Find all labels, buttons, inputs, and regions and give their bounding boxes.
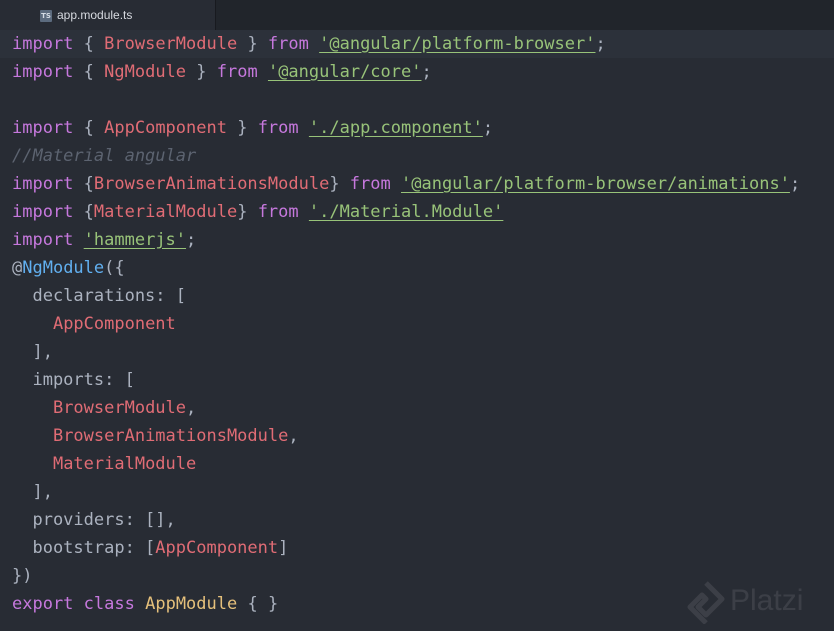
- platzi-watermark: Platzi: [684, 578, 834, 628]
- keyword-token: import: [12, 230, 74, 250]
- punctuation-token: }: [226, 118, 258, 138]
- property-token: declarations: [: [12, 286, 186, 306]
- punctuation-token: }: [237, 202, 258, 222]
- punctuation-token: }: [237, 34, 268, 54]
- string-token: './app.component': [308, 118, 483, 138]
- code-line-3[interactable]: [0, 86, 834, 114]
- identifier-token: NgModule: [104, 62, 187, 82]
- punctuation-token: ;: [186, 230, 197, 250]
- punctuation-token: ],: [12, 482, 53, 502]
- string-token: '@angular/platform-browser': [319, 34, 596, 54]
- indent-token: [12, 454, 53, 474]
- punctuation-token: ;: [421, 62, 432, 82]
- keyword-token: from: [257, 118, 299, 138]
- punctuation-token: {: [73, 62, 105, 82]
- punctuation-token: ]: [278, 538, 289, 558]
- punctuation-token: {: [73, 34, 105, 54]
- punctuation-token: {: [73, 174, 94, 194]
- keyword-token: class: [83, 594, 135, 614]
- tab-filename[interactable]: app.module.ts: [57, 8, 132, 22]
- code-line-19[interactable]: bootstrap: [AppComponent]: [0, 534, 834, 562]
- punctuation-token: {: [73, 118, 105, 138]
- code-line-15[interactable]: BrowserAnimationsModule,: [0, 422, 834, 450]
- punctuation-token: ({: [104, 258, 125, 278]
- identifier-token: AppComponent: [52, 314, 176, 334]
- string-token: './Material.Module': [308, 202, 504, 222]
- keyword-token: import: [12, 62, 74, 82]
- code-editor[interactable]: import { BrowserModule } from '@angular/…: [0, 30, 834, 631]
- identifier-token: AppComponent: [104, 118, 227, 138]
- keyword-token: import: [12, 202, 74, 222]
- punctuation-token: { }: [237, 594, 279, 614]
- decorator-token: NgModule: [22, 258, 105, 278]
- keyword-token: from: [216, 62, 258, 82]
- punctuation-token: ],: [12, 342, 53, 362]
- punctuation-token: }): [12, 566, 33, 586]
- class-name-token: AppModule: [145, 594, 238, 614]
- platzi-logo-icon: [687, 581, 725, 624]
- code-line-9[interactable]: @NgModule({: [0, 254, 834, 282]
- code-line-5[interactable]: //Material angular: [0, 142, 834, 170]
- keyword-token: from: [267, 34, 309, 54]
- watermark-text: Platzi: [730, 584, 804, 617]
- punctuation-token: {: [73, 202, 94, 222]
- keyword-token: import: [12, 118, 74, 138]
- punctuation-token: ,: [186, 398, 197, 418]
- string-token: 'hammerjs': [83, 230, 187, 250]
- property-token: providers: [],: [12, 510, 176, 530]
- string-token: '@angular/core': [267, 62, 422, 82]
- property-token: bootstrap: [: [12, 538, 156, 558]
- code-line-2[interactable]: import { NgModule } from '@angular/core'…: [0, 58, 834, 86]
- code-line-4[interactable]: import { AppComponent } from './app.comp…: [0, 114, 834, 142]
- indent-token: [12, 398, 53, 418]
- indent-token: [12, 426, 53, 446]
- code-line-8[interactable]: import 'hammerjs';: [0, 226, 834, 254]
- keyword-token: import: [12, 34, 74, 54]
- punctuation-token: ;: [789, 174, 801, 194]
- identifier-token: MaterialModule: [93, 202, 238, 222]
- tab-bar: TS app.module.ts: [0, 0, 834, 31]
- code-line-17[interactable]: ],: [0, 478, 834, 506]
- string-token: '@angular/platform-browser/animations': [401, 174, 790, 194]
- code-line-1[interactable]: import { BrowserModule } from '@angular/…: [0, 30, 834, 58]
- identifier-token: MaterialModule: [52, 454, 197, 474]
- code-line-7[interactable]: import {MaterialModule} from './Material…: [0, 198, 834, 226]
- comment-token: //Material angular: [12, 146, 197, 166]
- identifier-token: BrowserAnimationsModule: [93, 174, 330, 194]
- keyword-token: import: [12, 174, 74, 194]
- identifier-token: BrowserModule: [104, 34, 238, 54]
- punctuation-token: ;: [595, 34, 606, 54]
- identifier-token: BrowserModule: [52, 398, 187, 418]
- code-line-13[interactable]: imports: [: [0, 366, 834, 394]
- indent-token: [12, 314, 53, 334]
- punctuation-token: }: [186, 62, 217, 82]
- tab-app-module[interactable]: TS app.module.ts: [0, 0, 216, 30]
- keyword-token: from: [349, 174, 391, 194]
- punctuation-token: ,: [288, 426, 299, 446]
- code-line-10[interactable]: declarations: [: [0, 282, 834, 310]
- keyword-token: from: [257, 202, 299, 222]
- punctuation-token: }: [329, 174, 350, 194]
- typescript-file-icon: TS: [40, 10, 52, 22]
- keyword-token: export: [12, 594, 74, 614]
- code-line-11[interactable]: AppComponent: [0, 310, 834, 338]
- property-token: imports: [: [12, 370, 135, 390]
- code-line-16[interactable]: MaterialModule: [0, 450, 834, 478]
- identifier-token: BrowserAnimationsModule: [52, 426, 289, 446]
- code-line-6[interactable]: import {BrowserAnimationsModule} from '@…: [0, 170, 834, 198]
- code-line-14[interactable]: BrowserModule,: [0, 394, 834, 422]
- code-line-12[interactable]: ],: [0, 338, 834, 366]
- decorator-at-token: @: [12, 258, 23, 278]
- identifier-token: AppComponent: [155, 538, 279, 558]
- punctuation-token: ;: [482, 118, 494, 138]
- code-line-18[interactable]: providers: [],: [0, 506, 834, 534]
